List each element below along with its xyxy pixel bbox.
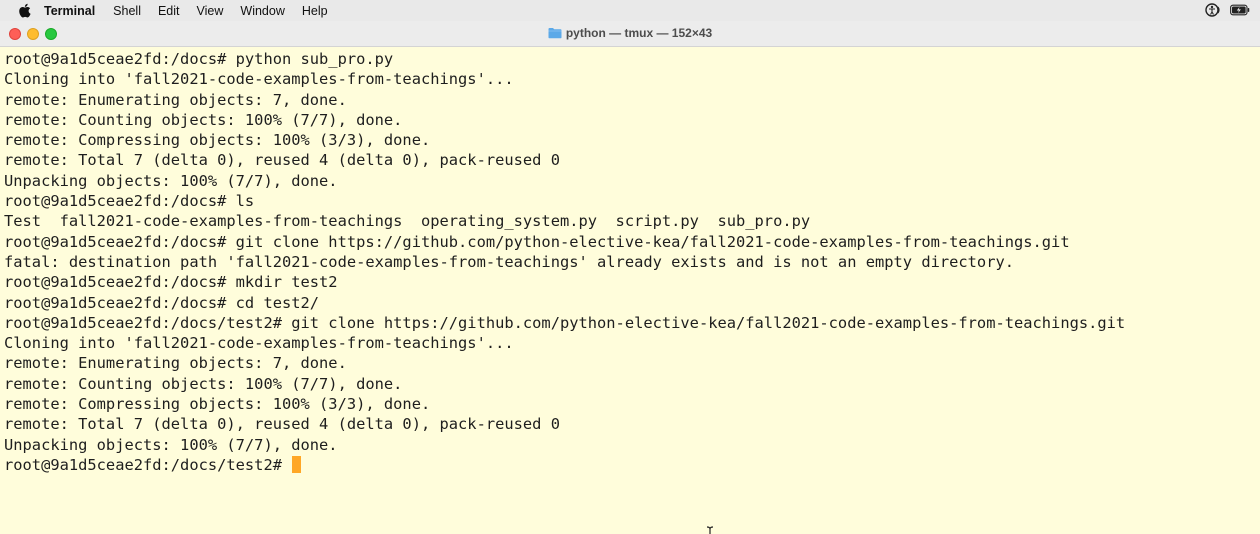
terminal-line: remote: Total 7 (delta 0), reused 4 (del…: [4, 151, 560, 170]
menu-window[interactable]: Window: [240, 4, 284, 18]
apple-menu-icon[interactable]: [16, 3, 32, 19]
terminal-line: Test fall2021-code-examples-from-teachin…: [4, 212, 811, 231]
menu-view[interactable]: View: [197, 4, 224, 18]
terminal-line: remote: Enumerating objects: 7, done.: [4, 354, 347, 373]
terminal-line: Unpacking objects: 100% (7/7), done.: [4, 171, 338, 190]
ibeam-cursor-icon: [705, 526, 715, 534]
terminal-pane[interactable]: root@9a1d5ceae2fd:/docs# python sub_pro.…: [0, 47, 1260, 534]
terminal-line: root@9a1d5ceae2fd:/docs# python sub_pro.…: [4, 50, 394, 68]
terminal-output: root@9a1d5ceae2fd:/docs# python sub_pro.…: [4, 49, 1125, 475]
terminal-line: remote: Counting objects: 100% (7/7), do…: [4, 374, 403, 393]
menu-bar: Terminal Shell Edit View Window Help: [0, 0, 1260, 21]
menu-extras: [1198, 2, 1250, 18]
terminal-line: fatal: destination path 'fall2021-code-e…: [4, 252, 1014, 271]
menu-shell[interactable]: Shell: [113, 4, 141, 18]
accessibility-audio-icon[interactable]: [1204, 2, 1224, 18]
terminal-line: remote: Total 7 (delta 0), reused 4 (del…: [4, 415, 560, 434]
folder-icon: [548, 27, 562, 39]
terminal-line: root@9a1d5ceae2fd:/docs# cd test2/: [4, 293, 320, 312]
battery-charging-icon[interactable]: [1230, 2, 1250, 18]
terminal-line: remote: Enumerating objects: 7, done.: [4, 90, 347, 109]
terminal-line: root@9a1d5ceae2fd:/docs# git clone https…: [4, 232, 1070, 251]
menu-app-name[interactable]: Terminal: [44, 4, 95, 18]
terminal-line: remote: Counting objects: 100% (7/7), do…: [4, 110, 403, 129]
terminal-line: remote: Compressing objects: 100% (3/3),…: [4, 131, 431, 150]
terminal-line: root@9a1d5ceae2fd:/docs# mkdir test2: [4, 273, 338, 292]
menu-edit[interactable]: Edit: [158, 4, 180, 18]
window-title-bar[interactable]: python — tmux — 152×43: [0, 21, 1260, 47]
terminal-line: root@9a1d5ceae2fd:/docs# ls: [4, 192, 255, 211]
window-title-text: python — tmux — 152×43: [565, 26, 713, 40]
window-title: python — tmux — 152×43: [0, 26, 1260, 40]
terminal-line: Unpacking objects: 100% (7/7), done.: [4, 435, 338, 454]
menu-help[interactable]: Help: [302, 4, 328, 18]
terminal-prompt-line[interactable]: root@9a1d5ceae2fd:/docs/test2#: [4, 455, 1125, 475]
terminal-line: remote: Compressing objects: 100% (3/3),…: [4, 395, 431, 414]
terminal-prompt: root@9a1d5ceae2fd:/docs/test2#: [4, 455, 292, 474]
terminal-line: root@9a1d5ceae2fd:/docs/test2# git clone…: [4, 313, 1126, 332]
terminal-line: Cloning into 'fall2021-code-examples-fro…: [4, 70, 514, 89]
terminal-cursor: [292, 455, 302, 473]
terminal-line: Cloning into 'fall2021-code-examples-fro…: [4, 334, 514, 353]
